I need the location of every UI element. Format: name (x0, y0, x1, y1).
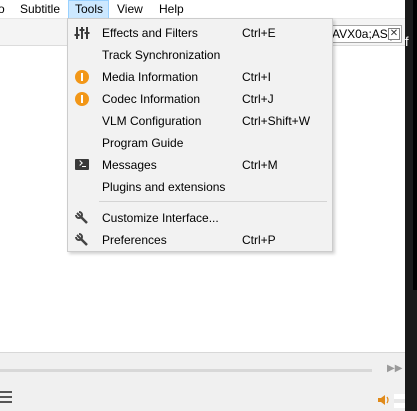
menu-item-shortcut: Ctrl+J (242, 92, 274, 106)
menu-item-program-guide[interactable]: Program Guide (68, 132, 332, 154)
menu-item-label: Program Guide (102, 136, 184, 150)
menu-item-label: Messages (102, 158, 157, 172)
menu-separator (99, 201, 327, 202)
background-bar (413, 0, 417, 290)
menu-item-label: Codec Information (102, 92, 201, 106)
menu-item-shortcut: Ctrl+M (242, 158, 278, 172)
menu-item-label: Effects and Filters (102, 26, 198, 40)
menu-item-label: Preferences (102, 233, 167, 247)
seek-forward-icon[interactable]: ▶▶ (387, 363, 402, 374)
wrench-icon (75, 211, 88, 224)
menu-item-plugins-and-extensions[interactable]: Plugins and extensions (68, 176, 332, 198)
menu-item-label: Customize Interface... (102, 211, 219, 225)
address-input[interactable]: AVX0a;AS( ✕ (328, 25, 402, 43)
menu-item-label: VLM Configuration (102, 114, 202, 128)
playlist-icon[interactable] (0, 391, 14, 407)
menu-item-effects-and-filters[interactable]: Effects and Filters Ctrl+E (68, 22, 332, 44)
clear-icon[interactable]: ✕ (388, 28, 400, 40)
background-text: f (405, 34, 409, 49)
menu-item-label: Track Synchronization (102, 48, 221, 62)
terminal-icon (74, 157, 90, 173)
menu-item-messages[interactable]: Messages Ctrl+M (68, 154, 332, 176)
menu-item-shortcut: Ctrl+P (242, 233, 276, 247)
menu-bar: o Subtitle Tools View Help (0, 0, 405, 19)
seek-bar[interactable] (0, 369, 372, 372)
menu-item-shortcut: Ctrl+Shift+W (242, 114, 311, 128)
menu-item-shortcut: Ctrl+E (242, 26, 276, 40)
volume-icon[interactable] (377, 393, 391, 407)
menu-item-label: Plugins and extensions (102, 180, 226, 194)
volume-slider[interactable] (394, 394, 405, 408)
menu-help[interactable]: Help (159, 0, 184, 19)
menu-item-preferences[interactable]: Preferences Ctrl+P (68, 229, 332, 251)
wrench-icon (75, 233, 88, 246)
menu-item-customize-interface[interactable]: Customize Interface... (68, 207, 332, 229)
menu-item-codec-information[interactable]: Codec Information Ctrl+J (68, 88, 332, 110)
menu-item-vlm-configuration[interactable]: VLM Configuration Ctrl+Shift+W (68, 110, 332, 132)
menu-item-label: Media Information (102, 70, 199, 84)
info-icon (74, 69, 90, 85)
controls-panel: ▶▶ (0, 352, 405, 411)
background-window-edge: f (405, 0, 417, 411)
menu-view[interactable]: View (117, 0, 143, 19)
menu-item-media-information[interactable]: Media Information Ctrl+I (68, 66, 332, 88)
menu-item-track-synchronization[interactable]: Track Synchronization (68, 44, 332, 66)
equalizer-icon (74, 27, 90, 39)
info-icon (74, 91, 90, 107)
address-value: AVX0a;AS( (332, 27, 392, 41)
tools-dropdown: Effects and Filters Ctrl+E Track Synchro… (67, 18, 333, 252)
menu-item-shortcut: Ctrl+I (242, 70, 272, 84)
menu-partial-item[interactable]: o (0, 0, 5, 19)
menu-tools[interactable]: Tools (68, 0, 109, 19)
volume-level (394, 399, 405, 403)
menu-subtitle[interactable]: Subtitle (20, 0, 60, 19)
